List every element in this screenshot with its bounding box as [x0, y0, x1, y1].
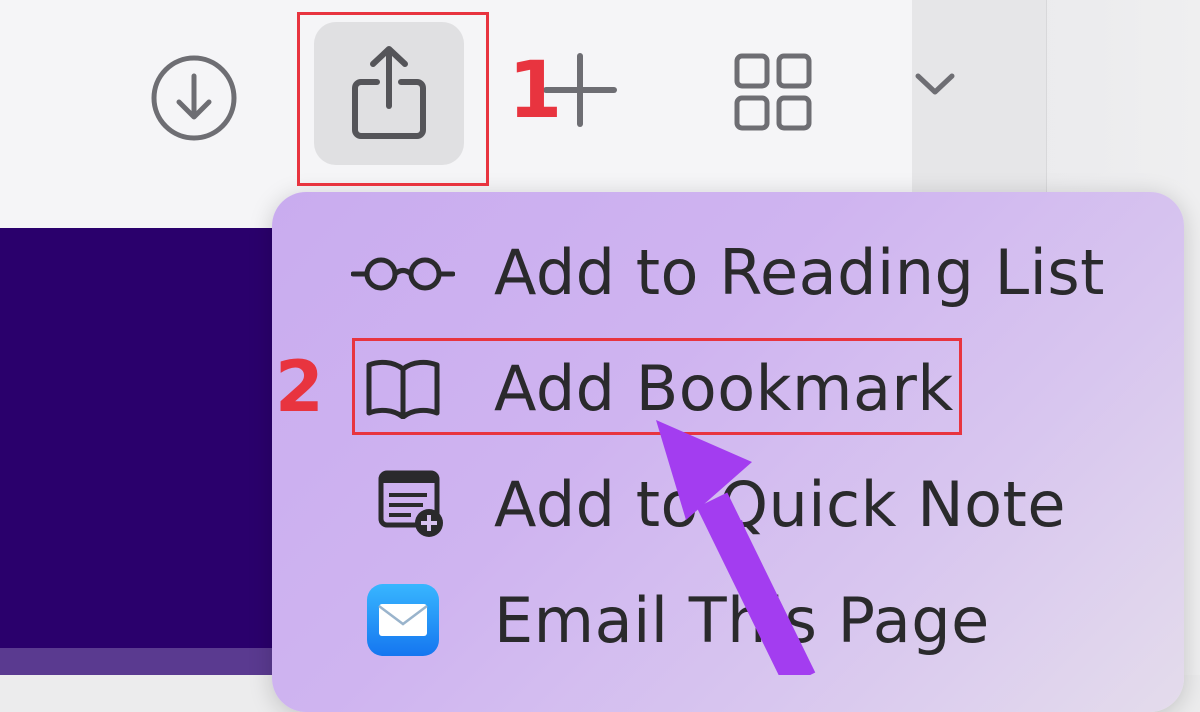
menu-item-label: Add to Reading List [494, 235, 1105, 309]
step-2-label: 2 [275, 346, 324, 428]
quick-note-icon [348, 464, 458, 544]
share-highlight-box [297, 12, 489, 186]
download-button[interactable] [146, 50, 242, 146]
menu-item-email-this-page[interactable]: Email This Page [272, 570, 1184, 670]
menu-item-add-to-quick-note[interactable]: Add to Quick Note [272, 454, 1184, 554]
step-1-label: 1 [508, 46, 563, 136]
mail-icon [348, 580, 458, 660]
glasses-icon [348, 232, 458, 312]
menu-item-add-to-reading-list[interactable]: Add to Reading List [272, 222, 1184, 322]
menu-item-label: Add to Quick Note [494, 467, 1066, 541]
bookmark-highlight-box [352, 338, 962, 435]
menu-item-label: Email This Page [494, 583, 990, 657]
more-button[interactable] [908, 56, 962, 110]
tab-overview-button[interactable] [728, 50, 818, 134]
chevron-down-icon [915, 73, 955, 95]
grid-icon [734, 53, 812, 131]
share-menu: Add to Reading List Add Bookmark Add to [272, 192, 1184, 712]
page-footer-strip [0, 648, 300, 675]
download-circle-icon [151, 55, 237, 141]
